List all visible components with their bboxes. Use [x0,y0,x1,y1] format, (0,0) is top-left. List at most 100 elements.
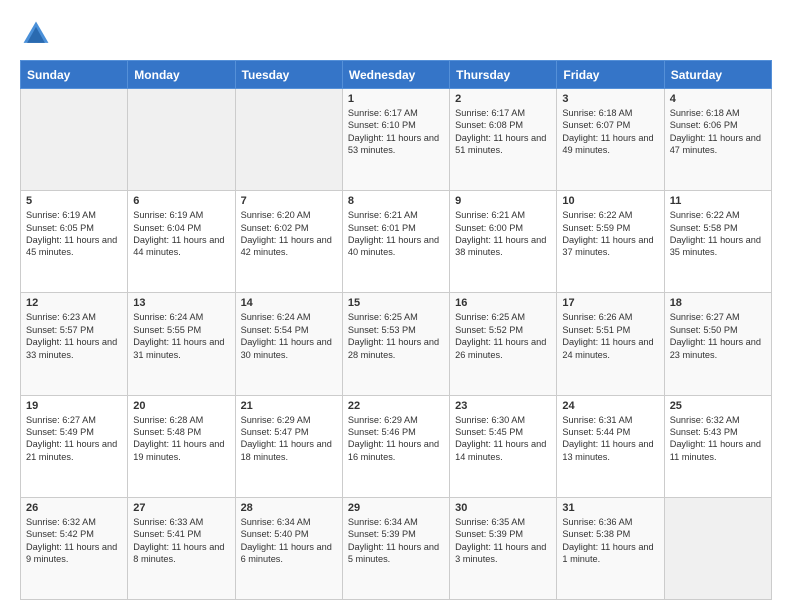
day-number: 4 [670,93,766,105]
day-number: 3 [562,93,658,105]
calendar-cell: 8 Sunrise: 6:21 AM Sunset: 6:01 PM Daylig… [342,191,449,293]
calendar-cell: 23 Sunrise: 6:30 AM Sunset: 5:45 PM Dayli… [450,395,557,497]
day-info: Sunrise: 6:31 AM Sunset: 5:44 PM Dayligh… [562,414,658,464]
calendar-cell: 16Sunrise: 6:25 AM Sunset: 5:52 PM Dayli… [450,293,557,395]
day-info: Sunrise: 6:20 AM Sunset: 6:02 PM Dayligh… [241,209,337,259]
day-info: Sunrise: 6:17 AM Sunset: 6:08 PM Dayligh… [455,107,551,157]
calendar-week-row: 26 Sunrise: 6:32 AM Sunset: 5:42 PM Dayli… [21,497,772,599]
calendar-week-row: 5 Sunrise: 6:19 AM Sunset: 6:05 PM Daylig… [21,191,772,293]
calendar-table: SundayMondayTuesdayWednesdayThursdayFrid… [20,60,772,600]
day-number: 1 [348,93,444,105]
day-number: 20 [133,400,229,412]
calendar-cell: 6 Sunrise: 6:19 AM Sunset: 6:04 PM Daylig… [128,191,235,293]
day-number: 29 [348,502,444,514]
day-info: Sunrise: 6:32 AM Sunset: 5:42 PM Dayligh… [26,516,122,566]
calendar-cell: 26 Sunrise: 6:32 AM Sunset: 5:42 PM Dayli… [21,497,128,599]
calendar-cell: 24Sunrise: 6:31 AM Sunset: 5:44 PM Dayli… [557,395,664,497]
weekday-header-tuesday: Tuesday [235,61,342,89]
header [20,18,772,50]
day-info: Sunrise: 6:21 AM Sunset: 6:00 PM Dayligh… [455,209,551,259]
calendar-cell [664,497,771,599]
calendar-cell: 12Sunrise: 6:23 AM Sunset: 5:57 PM Dayli… [21,293,128,395]
calendar-cell: 7 Sunrise: 6:20 AM Sunset: 6:02 PM Daylig… [235,191,342,293]
day-info: Sunrise: 6:28 AM Sunset: 5:48 PM Dayligh… [133,414,229,464]
calendar-cell: 14Sunrise: 6:24 AM Sunset: 5:54 PM Dayli… [235,293,342,395]
calendar-cell [128,89,235,191]
day-number: 31 [562,502,658,514]
day-number: 5 [26,195,122,207]
day-info: Sunrise: 6:27 AM Sunset: 5:49 PM Dayligh… [26,414,122,464]
calendar-cell: 11 Sunrise: 6:22 AM Sunset: 5:58 PM Dayli… [664,191,771,293]
day-info: Sunrise: 6:30 AM Sunset: 5:45 PM Dayligh… [455,414,551,464]
day-number: 15 [348,297,444,309]
calendar-cell: 13 Sunrise: 6:24 AM Sunset: 5:55 PM Dayli… [128,293,235,395]
day-number: 21 [241,400,337,412]
logo [20,18,58,50]
logo-icon [20,18,52,50]
day-number: 14 [241,297,337,309]
day-number: 11 [670,195,766,207]
day-number: 16 [455,297,551,309]
day-info: Sunrise: 6:19 AM Sunset: 6:05 PM Dayligh… [26,209,122,259]
calendar-cell: 25 Sunrise: 6:32 AM Sunset: 5:43 PM Dayli… [664,395,771,497]
day-number: 28 [241,502,337,514]
calendar-cell: 29 Sunrise: 6:34 AM Sunset: 5:39 PM Dayli… [342,497,449,599]
day-number: 13 [133,297,229,309]
calendar-week-row: 12Sunrise: 6:23 AM Sunset: 5:57 PM Dayli… [21,293,772,395]
calendar-cell: 22 Sunrise: 6:29 AM Sunset: 5:46 PM Dayli… [342,395,449,497]
day-number: 18 [670,297,766,309]
calendar-cell: 1 Sunrise: 6:17 AM Sunset: 6:10 PM Daylig… [342,89,449,191]
day-info: Sunrise: 6:29 AM Sunset: 5:46 PM Dayligh… [348,414,444,464]
day-info: Sunrise: 6:22 AM Sunset: 5:58 PM Dayligh… [670,209,766,259]
day-info: Sunrise: 6:18 AM Sunset: 6:07 PM Dayligh… [562,107,658,157]
day-info: Sunrise: 6:27 AM Sunset: 5:50 PM Dayligh… [670,311,766,361]
day-number: 23 [455,400,551,412]
day-info: Sunrise: 6:25 AM Sunset: 5:53 PM Dayligh… [348,311,444,361]
day-info: Sunrise: 6:29 AM Sunset: 5:47 PM Dayligh… [241,414,337,464]
weekday-header-thursday: Thursday [450,61,557,89]
day-number: 27 [133,502,229,514]
day-number: 10 [562,195,658,207]
day-number: 22 [348,400,444,412]
calendar-cell: 19 Sunrise: 6:27 AM Sunset: 5:49 PM Dayli… [21,395,128,497]
calendar-cell: 10 Sunrise: 6:22 AM Sunset: 5:59 PM Dayli… [557,191,664,293]
day-info: Sunrise: 6:33 AM Sunset: 5:41 PM Dayligh… [133,516,229,566]
calendar-cell: 15 Sunrise: 6:25 AM Sunset: 5:53 PM Dayli… [342,293,449,395]
calendar-cell: 9 Sunrise: 6:21 AM Sunset: 6:00 PM Daylig… [450,191,557,293]
calendar-cell: 20 Sunrise: 6:28 AM Sunset: 5:48 PM Dayli… [128,395,235,497]
day-number: 26 [26,502,122,514]
day-info: Sunrise: 6:19 AM Sunset: 6:04 PM Dayligh… [133,209,229,259]
day-number: 25 [670,400,766,412]
day-info: Sunrise: 6:17 AM Sunset: 6:10 PM Dayligh… [348,107,444,157]
calendar-cell: 27 Sunrise: 6:33 AM Sunset: 5:41 PM Dayli… [128,497,235,599]
calendar-body: 1 Sunrise: 6:17 AM Sunset: 6:10 PM Daylig… [21,89,772,600]
day-info: Sunrise: 6:36 AM Sunset: 5:38 PM Dayligh… [562,516,658,566]
calendar-cell: 3 Sunrise: 6:18 AM Sunset: 6:07 PM Daylig… [557,89,664,191]
day-number: 6 [133,195,229,207]
day-info: Sunrise: 6:32 AM Sunset: 5:43 PM Dayligh… [670,414,766,464]
weekday-header-monday: Monday [128,61,235,89]
calendar-cell: 28 Sunrise: 6:34 AM Sunset: 5:40 PM Dayli… [235,497,342,599]
calendar-cell: 30Sunrise: 6:35 AM Sunset: 5:39 PM Dayli… [450,497,557,599]
day-info: Sunrise: 6:34 AM Sunset: 5:39 PM Dayligh… [348,516,444,566]
calendar-cell: 2 Sunrise: 6:17 AM Sunset: 6:08 PM Daylig… [450,89,557,191]
day-info: Sunrise: 6:21 AM Sunset: 6:01 PM Dayligh… [348,209,444,259]
day-info: Sunrise: 6:22 AM Sunset: 5:59 PM Dayligh… [562,209,658,259]
calendar-cell: 21 Sunrise: 6:29 AM Sunset: 5:47 PM Dayli… [235,395,342,497]
weekday-header-wednesday: Wednesday [342,61,449,89]
day-info: Sunrise: 6:35 AM Sunset: 5:39 PM Dayligh… [455,516,551,566]
day-number: 19 [26,400,122,412]
day-number: 7 [241,195,337,207]
calendar-header-row: SundayMondayTuesdayWednesdayThursdayFrid… [21,61,772,89]
calendar-cell: 31 Sunrise: 6:36 AM Sunset: 5:38 PM Dayli… [557,497,664,599]
calendar-cell: 4 Sunrise: 6:18 AM Sunset: 6:06 PM Daylig… [664,89,771,191]
day-info: Sunrise: 6:34 AM Sunset: 5:40 PM Dayligh… [241,516,337,566]
day-number: 2 [455,93,551,105]
day-info: Sunrise: 6:24 AM Sunset: 5:55 PM Dayligh… [133,311,229,361]
calendar-cell: 17Sunrise: 6:26 AM Sunset: 5:51 PM Dayli… [557,293,664,395]
day-number: 8 [348,195,444,207]
day-info: Sunrise: 6:26 AM Sunset: 5:51 PM Dayligh… [562,311,658,361]
day-info: Sunrise: 6:18 AM Sunset: 6:06 PM Dayligh… [670,107,766,157]
calendar-cell [235,89,342,191]
day-number: 9 [455,195,551,207]
